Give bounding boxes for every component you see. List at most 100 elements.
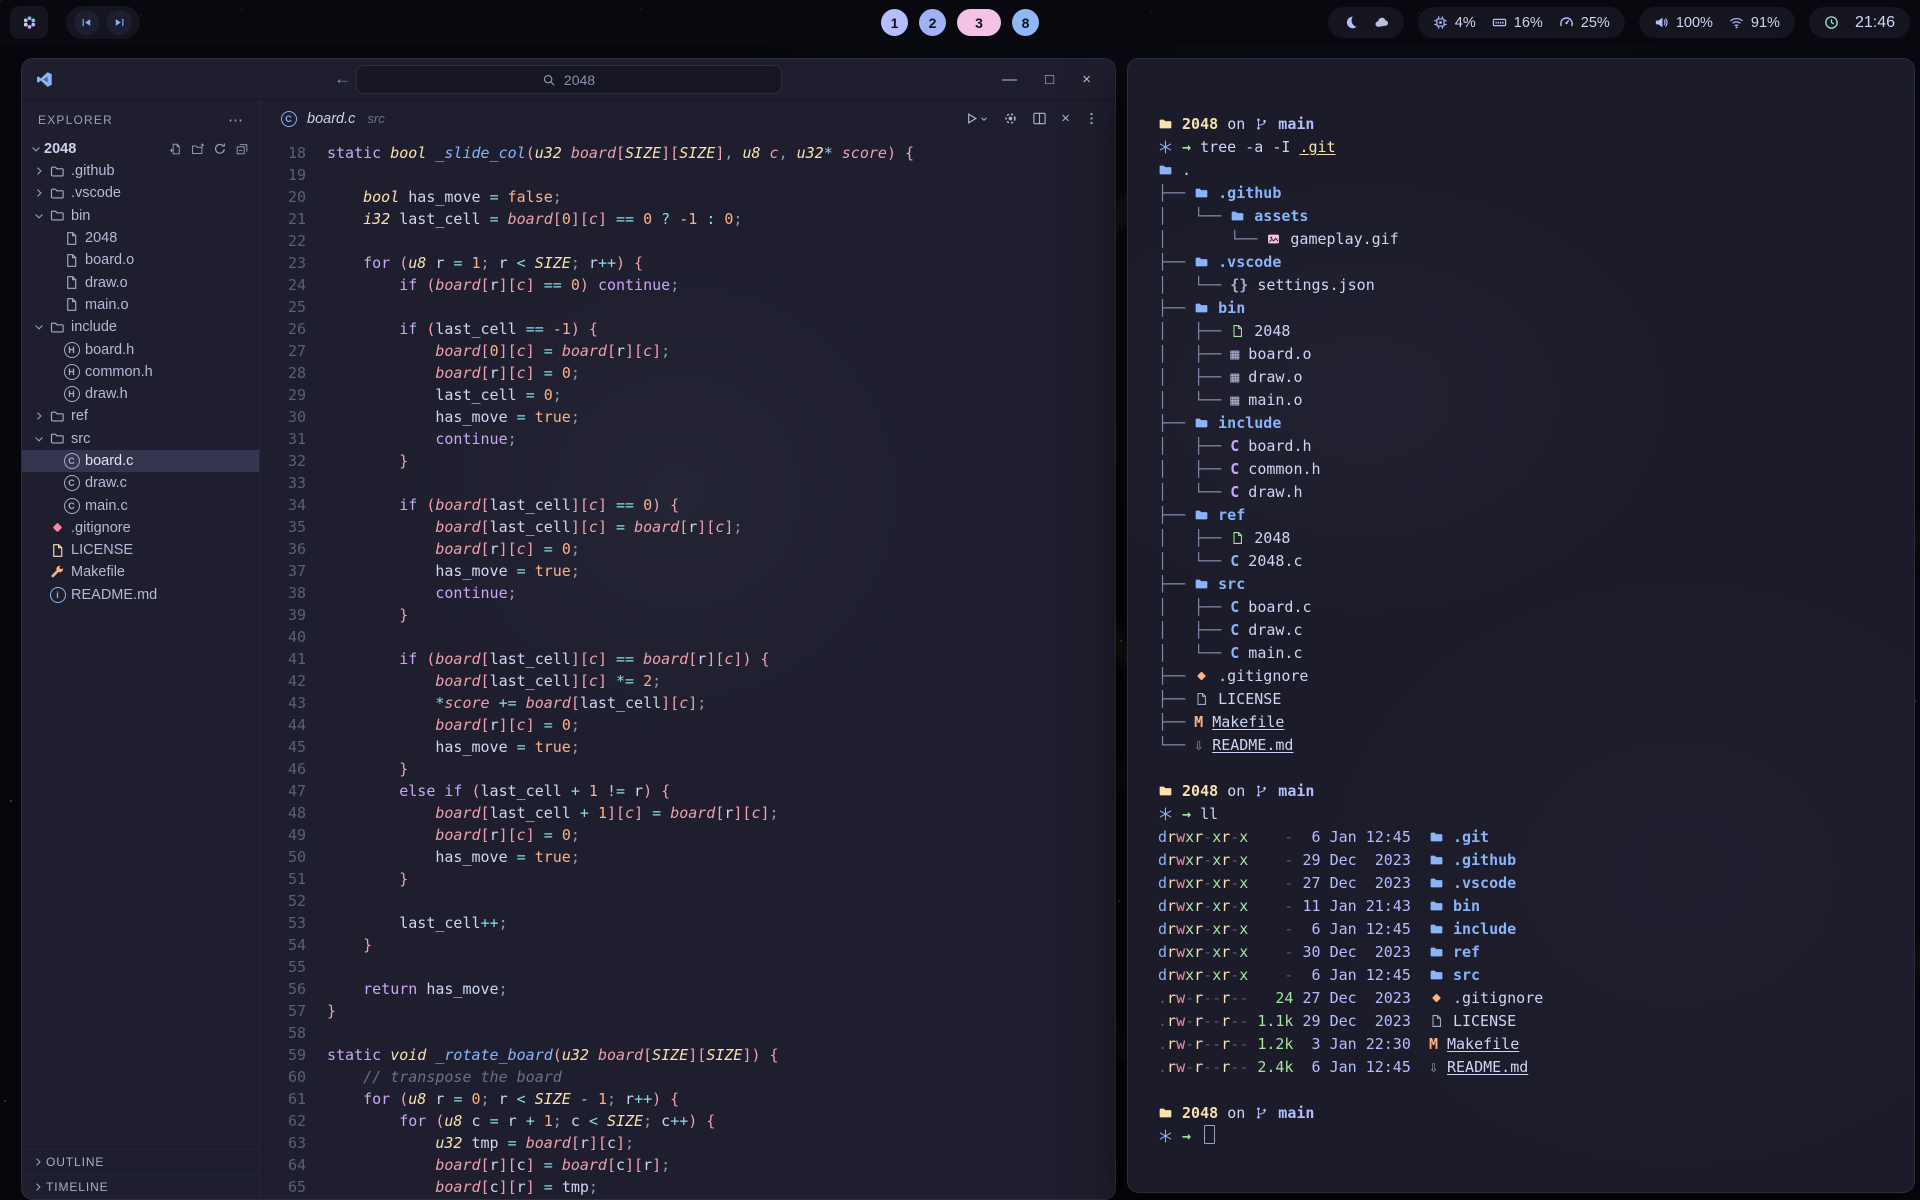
line-number[interactable]: 25 bbox=[260, 296, 327, 318]
tree-item-include[interactable]: include bbox=[22, 316, 259, 338]
tree-item-src[interactable]: src bbox=[22, 428, 259, 450]
code-line[interactable]: 44 board[r][c] = 0; bbox=[260, 714, 1115, 736]
code-line[interactable]: 29 last_cell = 0; bbox=[260, 384, 1115, 406]
line-number[interactable]: 39 bbox=[260, 604, 327, 626]
clock-widget[interactable]: 21:46 bbox=[1809, 7, 1910, 38]
tree-item-2048[interactable]: 2048 bbox=[22, 227, 259, 249]
code-line[interactable]: 65 board[c][r] = tmp; bbox=[260, 1176, 1115, 1198]
code-line[interactable]: 57} bbox=[260, 1000, 1115, 1022]
line-number[interactable]: 43 bbox=[260, 692, 327, 714]
code-line[interactable]: 45 has_move = true; bbox=[260, 736, 1115, 758]
line-number[interactable]: 24 bbox=[260, 274, 327, 296]
code-line[interactable]: 19 bbox=[260, 164, 1115, 186]
volume-stat[interactable]: 100% bbox=[1654, 15, 1713, 31]
line-number[interactable]: 42 bbox=[260, 670, 327, 692]
media-prev-button[interactable] bbox=[74, 10, 99, 35]
panel-outline[interactable]: OUTLINE bbox=[22, 1149, 259, 1174]
line-number[interactable]: 47 bbox=[260, 780, 327, 802]
line-number[interactable]: 32 bbox=[260, 450, 327, 472]
new-folder-button[interactable] bbox=[191, 142, 205, 156]
tree-root-2048[interactable]: 2048 bbox=[22, 137, 259, 160]
line-number[interactable]: 31 bbox=[260, 428, 327, 450]
line-number[interactable]: 44 bbox=[260, 714, 327, 736]
disk-stat[interactable]: 25% bbox=[1559, 15, 1610, 31]
line-number[interactable]: 61 bbox=[260, 1088, 327, 1110]
code-line[interactable]: 31 continue; bbox=[260, 428, 1115, 450]
code-line[interactable]: 51 } bbox=[260, 868, 1115, 890]
explorer-more-button[interactable]: ⋯ bbox=[228, 111, 243, 129]
close-button[interactable]: × bbox=[1082, 71, 1091, 88]
code-line[interactable]: 58 bbox=[260, 1022, 1115, 1044]
tree-item-common.h[interactable]: Hcommon.h bbox=[22, 361, 259, 383]
tree-item-ref[interactable]: ref bbox=[22, 405, 259, 427]
code-line[interactable]: 33 bbox=[260, 472, 1115, 494]
code-line[interactable]: 27 board[0][c] = board[r][c]; bbox=[260, 340, 1115, 362]
line-number[interactable]: 51 bbox=[260, 868, 327, 890]
line-number[interactable]: 49 bbox=[260, 824, 327, 846]
minimize-button[interactable]: — bbox=[1002, 71, 1017, 88]
line-number[interactable]: 62 bbox=[260, 1110, 327, 1132]
code-line[interactable]: 25 bbox=[260, 296, 1115, 318]
vscode-titlebar[interactable]: ← → 2048 — □ × bbox=[22, 59, 1115, 100]
nav-back-button[interactable]: ← bbox=[334, 69, 351, 89]
line-number[interactable]: 53 bbox=[260, 912, 327, 934]
code-line[interactable]: 48 board[last_cell + 1][c] = board[r][c]… bbox=[260, 802, 1115, 824]
line-number[interactable]: 18 bbox=[260, 142, 327, 164]
line-number[interactable]: 35 bbox=[260, 516, 327, 538]
code-line[interactable]: 20 bool has_move = false; bbox=[260, 186, 1115, 208]
code-line[interactable]: 37 has_move = true; bbox=[260, 560, 1115, 582]
new-file-button[interactable] bbox=[169, 142, 183, 156]
line-number[interactable]: 46 bbox=[260, 758, 327, 780]
tree-item-.github[interactable]: .github bbox=[22, 160, 259, 182]
collapse-folders-button[interactable] bbox=[235, 142, 249, 156]
line-number[interactable]: 57 bbox=[260, 1000, 327, 1022]
line-number[interactable]: 64 bbox=[260, 1154, 327, 1176]
line-number[interactable]: 41 bbox=[260, 648, 327, 670]
line-number[interactable]: 33 bbox=[260, 472, 327, 494]
cpu-stat[interactable]: 4% bbox=[1433, 15, 1476, 31]
line-number[interactable]: 59 bbox=[260, 1044, 327, 1066]
code-line[interactable]: 56 return has_move; bbox=[260, 978, 1115, 1000]
code-line[interactable]: 24 if (board[r][c] == 0) continue; bbox=[260, 274, 1115, 296]
tree-item-draw.h[interactable]: Hdraw.h bbox=[22, 383, 259, 405]
line-number[interactable]: 20 bbox=[260, 186, 327, 208]
code-line[interactable]: 23 for (u8 r = 1; r < SIZE; r++) { bbox=[260, 252, 1115, 274]
code-line[interactable]: 61 for (u8 r = 0; r < SIZE - 1; r++) { bbox=[260, 1088, 1115, 1110]
code-line[interactable]: 36 board[r][c] = 0; bbox=[260, 538, 1115, 560]
tree-item-.vscode[interactable]: .vscode bbox=[22, 182, 259, 204]
code-line[interactable]: 46 } bbox=[260, 758, 1115, 780]
code-line[interactable]: 26 if (last_cell == -1) { bbox=[260, 318, 1115, 340]
code-line[interactable]: 22 bbox=[260, 230, 1115, 252]
line-number[interactable]: 65 bbox=[260, 1176, 327, 1198]
line-number[interactable]: 52 bbox=[260, 890, 327, 912]
tree-item-Makefile[interactable]: Makefile bbox=[22, 561, 259, 583]
tree-item-board.h[interactable]: Hboard.h bbox=[22, 338, 259, 360]
media-next-button[interactable] bbox=[107, 10, 132, 35]
line-number[interactable]: 34 bbox=[260, 494, 327, 516]
tree-item-LICENSE[interactable]: LICENSE bbox=[22, 539, 259, 561]
code-line[interactable]: 54 } bbox=[260, 934, 1115, 956]
tree-item-draw.o[interactable]: draw.o bbox=[22, 271, 259, 293]
code-line[interactable]: 64 board[r][c] = board[c][r]; bbox=[260, 1154, 1115, 1176]
line-number[interactable]: 48 bbox=[260, 802, 327, 824]
editor-settings-button[interactable] bbox=[1003, 111, 1018, 126]
weather-widget[interactable] bbox=[1328, 7, 1404, 38]
line-number[interactable]: 26 bbox=[260, 318, 327, 340]
line-number[interactable]: 27 bbox=[260, 340, 327, 362]
launcher-button[interactable] bbox=[10, 6, 48, 39]
tab-board.c[interactable]: C board.c src bbox=[278, 111, 385, 127]
line-number[interactable]: 19 bbox=[260, 164, 327, 186]
code-line[interactable]: 32 } bbox=[260, 450, 1115, 472]
code-line[interactable]: 60 // transpose the board bbox=[260, 1066, 1115, 1088]
tree-item-README.md[interactable]: iREADME.md bbox=[22, 584, 259, 606]
line-number[interactable]: 63 bbox=[260, 1132, 327, 1154]
line-number[interactable]: 40 bbox=[260, 626, 327, 648]
tree-item-board.o[interactable]: board.o bbox=[22, 249, 259, 271]
code-line[interactable]: 30 has_move = true; bbox=[260, 406, 1115, 428]
code-line[interactable]: 53 last_cell++; bbox=[260, 912, 1115, 934]
code-line[interactable]: 59static void _rotate_board(u32 board[SI… bbox=[260, 1044, 1115, 1066]
line-number[interactable]: 54 bbox=[260, 934, 327, 956]
line-number[interactable]: 58 bbox=[260, 1022, 327, 1044]
line-number[interactable]: 30 bbox=[260, 406, 327, 428]
line-number[interactable]: 50 bbox=[260, 846, 327, 868]
